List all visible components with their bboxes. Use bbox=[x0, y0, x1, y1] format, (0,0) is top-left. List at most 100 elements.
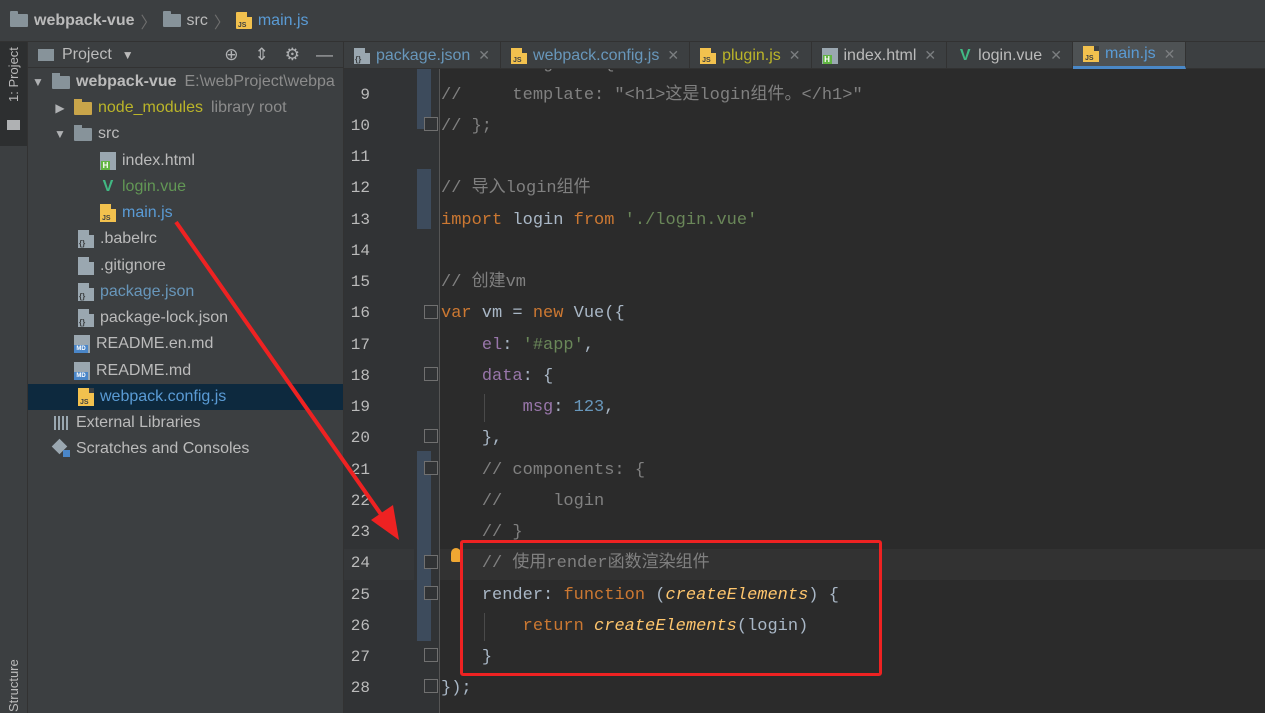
tree-item-node-modules[interactable]: ▶ node_modules library root bbox=[28, 95, 343, 121]
folder-icon bbox=[38, 48, 54, 61]
breadcrumb-folder[interactable]: src bbox=[162, 11, 208, 30]
line-number: 24 bbox=[350, 554, 370, 572]
line-number: 13 bbox=[350, 211, 370, 229]
code-line: data: { bbox=[481, 367, 554, 386]
tab-main-js[interactable]: JS main.js ✕ bbox=[1072, 42, 1187, 69]
close-icon[interactable]: ✕ bbox=[667, 47, 679, 64]
text-file-icon bbox=[78, 257, 94, 275]
fold-marker-icon[interactable] bbox=[424, 429, 438, 443]
tree-item-gitignore[interactable]: .gitignore bbox=[28, 253, 343, 279]
code-line: var vm = new Vue({ bbox=[441, 304, 625, 323]
minimize-icon[interactable]: — bbox=[316, 45, 333, 65]
breadcrumb-project[interactable]: webpack-vue bbox=[10, 11, 134, 30]
tree-item-webpack-config[interactable]: JS webpack.config.js bbox=[28, 384, 343, 410]
tree-item-main-js[interactable]: JS main.js bbox=[28, 200, 343, 226]
chevron-down-icon[interactable]: ▼ bbox=[54, 127, 66, 141]
collapse-icon[interactable]: ⇕ bbox=[255, 45, 269, 65]
chevron-down-icon[interactable]: ▼ bbox=[32, 75, 44, 89]
project-tool-tab[interactable]: 1: Project bbox=[0, 42, 27, 146]
line-number: 27 bbox=[350, 648, 370, 666]
line-number: 20 bbox=[350, 429, 370, 447]
editor-tabs: package.json ✕ JS webpack.config.js ✕ JS… bbox=[344, 42, 1265, 69]
folder-icon bbox=[162, 11, 181, 27]
tab-label: webpack.config.js bbox=[533, 46, 660, 64]
js-file-icon: JS bbox=[511, 47, 528, 64]
tree-item-label: node_modules bbox=[98, 99, 203, 116]
tree-item-suffix: library root bbox=[210, 99, 287, 116]
js-file-icon: JS bbox=[1082, 46, 1099, 62]
close-icon[interactable]: ✕ bbox=[924, 47, 936, 64]
structure-tool-tab[interactable]: Structure bbox=[6, 659, 21, 712]
tree-item-scratches[interactable]: Scratches and Consoles bbox=[28, 436, 343, 462]
line-number: 15 bbox=[350, 273, 370, 291]
tab-package-json[interactable]: package.json ✕ bbox=[344, 42, 502, 69]
code-line: }); bbox=[441, 679, 472, 698]
tab-webpack-config[interactable]: JS webpack.config.js ✕ bbox=[501, 42, 691, 69]
fold-marker-icon[interactable] bbox=[424, 586, 438, 600]
tree-item-external-libraries[interactable]: External Libraries bbox=[28, 410, 343, 436]
tree-item-root[interactable]: ▼ webpack-vue E:\webProject\webpa bbox=[28, 69, 343, 95]
fold-marker-icon[interactable] bbox=[424, 461, 438, 475]
tree-item-package-lock[interactable]: package-lock.json bbox=[28, 305, 343, 331]
project-panel-header: Project ▼ ⊕ ⇕ ⚙ — bbox=[28, 42, 343, 68]
tree-item-package-json[interactable]: package.json bbox=[28, 279, 343, 305]
close-icon[interactable]: ✕ bbox=[1050, 47, 1062, 64]
tab-label: main.js bbox=[1104, 45, 1156, 62]
left-tool-strip: 1: Project Structure bbox=[0, 42, 28, 713]
html-file-icon bbox=[100, 152, 116, 170]
tree-item-babelrc[interactable]: .babelrc bbox=[28, 226, 343, 252]
tree-item-label: README.en.md bbox=[96, 335, 214, 352]
tree-item-label: main.js bbox=[122, 204, 173, 221]
tree-item-label: External Libraries bbox=[76, 414, 201, 431]
markdown-file-icon bbox=[74, 335, 90, 353]
tree-item-label: Scratches and Consoles bbox=[76, 440, 250, 457]
tree-item-index-html[interactable]: index.html bbox=[28, 148, 343, 174]
code-line: msg: 123, bbox=[522, 398, 615, 417]
tree-item-label: .gitignore bbox=[100, 257, 166, 274]
fold-marker-icon[interactable] bbox=[424, 305, 438, 319]
tab-plugin-js[interactable]: JS plugin.js ✕ bbox=[690, 42, 812, 69]
tab-index-html[interactable]: index.html ✕ bbox=[812, 42, 948, 69]
json-file-icon bbox=[78, 309, 94, 327]
fold-marker-icon[interactable] bbox=[424, 367, 438, 381]
project-panel-title[interactable]: Project bbox=[62, 46, 112, 64]
vue-file-icon: V bbox=[959, 46, 971, 64]
fold-region bbox=[417, 451, 431, 641]
tab-login-vue[interactable]: V login.vue ✕ bbox=[947, 42, 1073, 69]
line-number: 23 bbox=[350, 523, 370, 541]
close-icon[interactable]: ✕ bbox=[789, 47, 801, 64]
tree-item-login-vue[interactable]: V login.vue bbox=[28, 174, 343, 200]
line-number: 11 bbox=[350, 148, 370, 166]
chevron-right-icon: 〉 bbox=[213, 14, 230, 32]
tree-item-label: README.md bbox=[96, 362, 192, 379]
close-icon[interactable]: ✕ bbox=[1164, 46, 1176, 63]
chevron-down-icon[interactable]: ▼ bbox=[122, 48, 134, 62]
tree-item-label: webpack.config.js bbox=[100, 388, 227, 405]
tree-item-label: webpack-vue bbox=[76, 73, 177, 90]
tree-item-label: package.json bbox=[100, 283, 195, 300]
config-file-icon bbox=[78, 230, 94, 248]
js-file-icon: JS bbox=[235, 12, 252, 29]
tree-item-readme-en[interactable]: README.en.md bbox=[28, 331, 343, 357]
fold-marker-icon[interactable] bbox=[424, 679, 438, 693]
gear-icon[interactable]: ⚙ bbox=[285, 45, 300, 65]
locate-icon[interactable]: ⊕ bbox=[224, 45, 238, 65]
tree-item-readme[interactable]: README.md bbox=[28, 358, 343, 384]
chevron-right-icon[interactable]: ▶ bbox=[54, 101, 66, 115]
fold-marker-icon[interactable] bbox=[424, 648, 438, 662]
project-panel: Project ▼ ⊕ ⇕ ⚙ — ▼ webpack-vue E:\webPr… bbox=[28, 42, 344, 713]
tree-item-src[interactable]: ▼ src bbox=[28, 121, 343, 147]
code-line: // }; bbox=[441, 117, 493, 136]
fold-marker-icon[interactable] bbox=[424, 117, 438, 131]
code-line: // login bbox=[481, 492, 605, 511]
scratches-icon bbox=[54, 441, 70, 457]
code-line: // 导入login组件 bbox=[441, 179, 591, 198]
project-tool-tab-label: 1: Project bbox=[6, 47, 21, 102]
fold-marker-icon[interactable] bbox=[424, 555, 438, 569]
tab-label: package.json bbox=[376, 46, 471, 64]
close-icon[interactable]: ✕ bbox=[478, 47, 490, 64]
line-number: 12 bbox=[350, 179, 370, 197]
breadcrumb-file[interactable]: JS main.js bbox=[235, 12, 309, 30]
code-line: // var login = { bbox=[441, 69, 614, 80]
markdown-file-icon bbox=[74, 362, 90, 380]
